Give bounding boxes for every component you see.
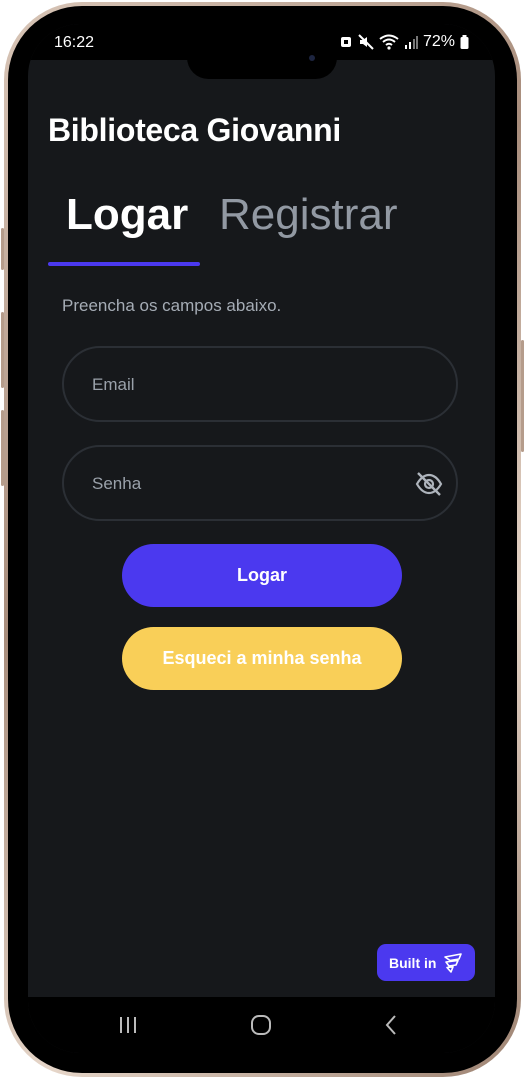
status-icons: 72% [339,33,469,51]
tab-active-indicator [48,262,200,266]
form-instructions: Preencha os campos abaixo. [62,296,282,315]
built-in-badge[interactable]: Built in [377,944,475,981]
action-button [1,228,4,270]
signal-icon [404,36,418,49]
eye-off-icon[interactable] [414,471,444,497]
password-field-container [62,445,458,521]
volume-down-button [1,410,4,486]
password-field[interactable] [90,447,394,521]
power-button [521,340,524,452]
dynamic-island [187,36,337,79]
home-icon[interactable] [246,1011,276,1039]
battery-icon [460,35,469,49]
email-field[interactable] [90,348,394,422]
flutterflow-logo-icon [444,952,463,973]
status-time: 16:22 [54,34,95,51]
system-nav-bar [28,997,495,1053]
forgot-password-button[interactable]: Esqueci a minha senha [122,627,402,690]
email-field-container [62,346,458,422]
mute-icon [358,34,374,50]
login-button[interactable]: Logar [122,544,402,607]
tab-register[interactable]: Registrar [219,189,398,241]
back-icon[interactable] [376,1011,406,1039]
app-title: Biblioteca Giovanni [48,112,342,148]
recent-apps-icon[interactable] [113,1011,143,1039]
volume-up-button [1,312,4,388]
app-screen: 16:22 72% Biblioteca Giovanni Logar Regi… [28,24,495,1053]
battery-percent: 72% [422,33,455,50]
wifi-icon [379,34,399,50]
camera-dot [309,55,315,61]
built-in-label: Built in [389,954,437,971]
alarm-icon [340,37,351,47]
tab-login[interactable]: Logar [66,189,188,241]
